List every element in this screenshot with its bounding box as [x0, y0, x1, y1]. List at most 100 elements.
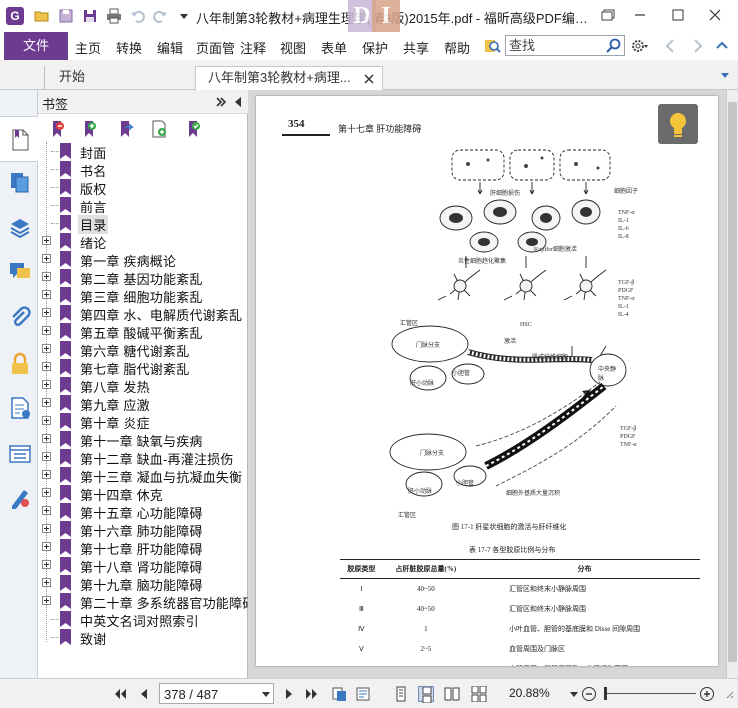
- bookmark-item[interactable]: 第八章 发热: [38, 376, 248, 395]
- scrollbar-thumb[interactable]: [728, 102, 737, 662]
- expand-toggle-icon[interactable]: [42, 326, 51, 335]
- menu-protect[interactable]: 保护: [362, 38, 388, 57]
- page-number-field[interactable]: 378 / 487: [159, 683, 274, 704]
- document-properties-icon[interactable]: [8, 396, 32, 420]
- lightbulb-tips-icon[interactable]: [658, 104, 698, 144]
- signatures-icon[interactable]: [8, 486, 32, 510]
- minimize-icon[interactable]: [629, 4, 651, 26]
- bookmark-item[interactable]: 第五章 酸碱平衡紊乱: [38, 322, 248, 341]
- properties-bookmark-icon[interactable]: [184, 120, 202, 138]
- menu-help[interactable]: 帮助: [444, 38, 470, 57]
- expand-toggle-icon[interactable]: [42, 578, 51, 587]
- zoom-dropdown-icon[interactable]: [566, 686, 578, 702]
- undo-icon[interactable]: [130, 8, 146, 24]
- expand-toggle-icon[interactable]: [42, 524, 51, 533]
- bookmark-item[interactable]: 第二章 基因功能紊乱: [38, 268, 248, 287]
- content-panel-icon[interactable]: [8, 442, 32, 466]
- add-child-bookmark-icon[interactable]: [116, 120, 134, 138]
- bookmark-item[interactable]: 第十九章 脑功能障碍: [38, 574, 248, 593]
- bookmark-item[interactable]: 第十章 炎症: [38, 412, 248, 431]
- last-page-icon[interactable]: [304, 686, 320, 702]
- bookmark-item[interactable]: 第十三章 凝血与抗凝血失衡: [38, 466, 248, 485]
- bookmark-item[interactable]: 第一章 疾病概论: [38, 250, 248, 269]
- bookmark-item[interactable]: 版权: [38, 178, 248, 197]
- bookmark-item[interactable]: 第四章 水、电解质代谢紊乱: [38, 304, 248, 323]
- bookmark-item[interactable]: 中英文名词对照索引: [38, 610, 248, 629]
- bookmark-item[interactable]: 书名: [38, 160, 248, 179]
- single-page-view-icon[interactable]: [393, 686, 409, 702]
- page-dropdown-icon[interactable]: [262, 692, 270, 697]
- delete-bookmark-icon[interactable]: [48, 120, 66, 138]
- menu-form[interactable]: 表单: [321, 38, 347, 57]
- menu-home[interactable]: 主页: [75, 38, 101, 57]
- restore-window-icon[interactable]: [596, 4, 618, 26]
- first-page-icon[interactable]: [112, 686, 128, 702]
- bookmark-item[interactable]: 第十六章 肺功能障碍: [38, 520, 248, 539]
- bookmark-item[interactable]: 前言: [38, 196, 248, 215]
- expand-toggle-icon[interactable]: [42, 488, 51, 497]
- open-icon[interactable]: [34, 8, 50, 24]
- expand-toggle-icon[interactable]: [42, 272, 51, 281]
- collapse-ribbon-icon[interactable]: [713, 37, 731, 55]
- page-thumbnails-icon[interactable]: [8, 170, 32, 194]
- continuous-page-view-icon[interactable]: [418, 686, 434, 704]
- zoom-out-icon[interactable]: [581, 686, 597, 702]
- menu-page-manage[interactable]: 页面管: [196, 38, 236, 57]
- page-number-value[interactable]: 378 / 487: [164, 687, 218, 702]
- save-icon[interactable]: [58, 8, 74, 24]
- bookmark-item[interactable]: 第十八章 肾功能障碍: [38, 556, 248, 575]
- zoom-in-icon[interactable]: [699, 686, 715, 702]
- customize-dropdown-icon[interactable]: [176, 8, 192, 24]
- attachments-icon[interactable]: [8, 306, 32, 330]
- tab-start[interactable]: 开始: [44, 66, 194, 90]
- expand-toggle-icon[interactable]: [42, 434, 51, 443]
- settings-gear-icon[interactable]: [630, 37, 648, 55]
- rail-bookmarks-tab[interactable]: [0, 116, 38, 162]
- app-logo-icon[interactable]: G: [6, 7, 24, 25]
- bookmark-item[interactable]: 第十四章 休克: [38, 484, 248, 503]
- copy-page-icon[interactable]: [331, 686, 347, 702]
- expand-toggle-icon[interactable]: [42, 362, 51, 371]
- facing-page-view-icon[interactable]: [444, 686, 460, 702]
- bookmark-item[interactable]: 第七章 脂代谢紊乱: [38, 358, 248, 377]
- reflow-icon[interactable]: [355, 686, 371, 702]
- find-icon[interactable]: [483, 37, 501, 55]
- close-icon[interactable]: [704, 4, 726, 26]
- expand-toggle-icon[interactable]: [42, 236, 51, 245]
- expand-toggle-icon[interactable]: [42, 398, 51, 407]
- layers-icon[interactable]: [8, 216, 32, 240]
- bookmark-item[interactable]: 第九章 应激: [38, 394, 248, 413]
- maximize-icon[interactable]: [667, 4, 689, 26]
- expand-toggle-icon[interactable]: [42, 344, 51, 353]
- bookmark-label[interactable]: 致谢: [80, 629, 106, 648]
- redo-icon[interactable]: [152, 8, 168, 24]
- bookmark-item[interactable]: 绪论: [38, 232, 248, 251]
- file-menu[interactable]: 文件: [4, 32, 68, 60]
- tab-list-dropdown-icon[interactable]: [718, 68, 732, 82]
- collapse-panel-icon[interactable]: [231, 95, 245, 109]
- bookmark-item[interactable]: 第十二章 缺血-再灌注损伤: [38, 448, 248, 467]
- search-icon[interactable]: [605, 37, 622, 54]
- search-input[interactable]: [509, 37, 601, 54]
- next-view-icon[interactable]: [688, 37, 706, 55]
- add-page-bookmark-icon[interactable]: [150, 120, 168, 138]
- expand-toggle-icon[interactable]: [42, 542, 51, 551]
- menu-share[interactable]: 共享: [403, 38, 429, 57]
- resize-grip-icon[interactable]: [720, 686, 734, 702]
- comments-icon[interactable]: [8, 260, 32, 284]
- bookmark-item[interactable]: 第三章 细胞功能紊乱: [38, 286, 248, 305]
- menu-edit[interactable]: 编辑: [157, 38, 183, 57]
- expand-toggle-icon[interactable]: [42, 452, 51, 461]
- security-lock-icon[interactable]: [8, 352, 32, 376]
- save-as-icon[interactable]: [82, 8, 98, 24]
- document-viewport[interactable]: 354 第十七章 肝功能障碍 肝细胞损伤 细胞因子 TNF-α IL-1 IL-…: [248, 90, 726, 678]
- expand-toggle-icon[interactable]: [42, 290, 51, 299]
- bookmark-item[interactable]: 第十七章 肝功能障碍: [38, 538, 248, 557]
- previous-view-icon[interactable]: [662, 37, 680, 55]
- next-page-icon[interactable]: [281, 686, 297, 702]
- print-icon[interactable]: [106, 8, 122, 24]
- expand-toggle-icon[interactable]: [42, 506, 51, 515]
- bookmark-item[interactable]: 第二十章 多系统器官功能障碍: [38, 592, 255, 611]
- expand-panel-icon[interactable]: [214, 95, 228, 109]
- bookmark-item[interactable]: 第十五章 心功能障碍: [38, 502, 248, 521]
